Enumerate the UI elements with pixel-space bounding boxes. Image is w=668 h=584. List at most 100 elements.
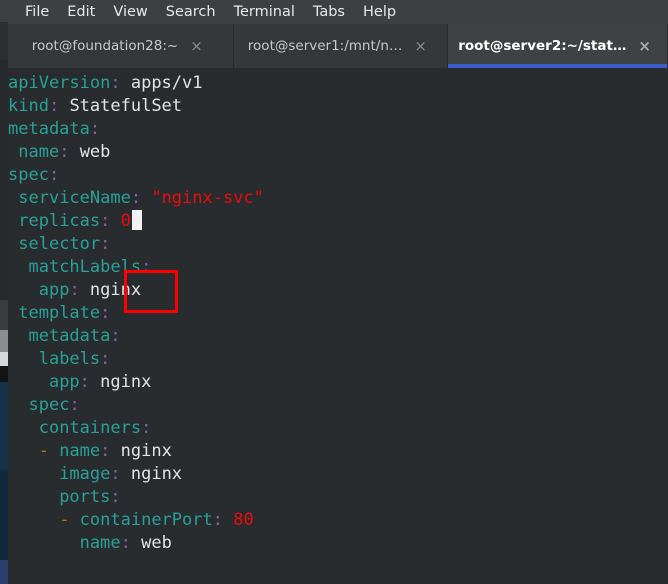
yaml-value: nginx <box>110 441 172 461</box>
close-icon[interactable]: × <box>408 38 433 54</box>
menu-item-view[interactable]: View <box>104 0 156 24</box>
yaml-line: app: nginx <box>8 371 668 394</box>
yaml-key: containers <box>38 418 142 438</box>
yaml-key: ports <box>59 487 111 507</box>
text-cursor <box>131 210 142 230</box>
yaml-colon: : <box>110 73 121 93</box>
yaml-line: app: nginx <box>8 279 668 302</box>
yaml-line: spec: <box>8 164 668 187</box>
yaml-key: selector <box>18 234 101 254</box>
yaml-key: spec <box>28 395 70 415</box>
yaml-colon: : <box>59 142 70 162</box>
yaml-colon: : <box>100 441 111 461</box>
terminal-output-area[interactable]: apiVersion: apps/v1 kind: StatefulSet meta… <box>8 68 668 584</box>
close-icon[interactable]: × <box>184 38 209 54</box>
yaml-key: labels <box>38 349 101 369</box>
yaml-key: apiVersion <box>8 73 111 93</box>
yaml-line: name: web <box>8 532 668 555</box>
yaml-line: template: <box>8 302 668 325</box>
yaml-value: nginx <box>89 372 152 392</box>
tab-root-server2[interactable]: root@server2:~/stat… × <box>448 24 668 68</box>
yaml-key: replicas <box>18 211 101 231</box>
yaml-key: name <box>18 142 60 162</box>
yaml-key: metadata <box>8 119 90 139</box>
yaml-line: apiVersion: apps/v1 <box>8 72 668 95</box>
yaml-line: - containerPort: 80 <box>8 509 668 532</box>
menu-item-search[interactable]: Search <box>157 0 225 24</box>
yaml-colon: : <box>110 464 121 484</box>
yaml-line: ports: <box>8 486 668 509</box>
yaml-value: nginx <box>79 280 142 300</box>
yaml-value: "nginx-svc" <box>141 188 264 208</box>
yaml-colon: : <box>212 510 223 530</box>
menu-item-file[interactable]: File <box>16 0 58 24</box>
yaml-colon: : <box>100 349 111 369</box>
yaml-key: containerPort <box>79 510 213 530</box>
tab-label: root@server2:~/stat… <box>458 38 627 54</box>
yaml-colon: : <box>130 188 142 208</box>
tab-bar: root@foundation28:~ × root@server1:/mnt/… <box>8 24 668 68</box>
yaml-line: metadata: <box>8 325 668 348</box>
yaml-line: - name: nginx <box>8 440 668 463</box>
yaml-colon: : <box>120 533 131 553</box>
menu-item-tabs[interactable]: Tabs <box>304 0 354 24</box>
menu-item-terminal[interactable]: Terminal <box>225 0 304 24</box>
yaml-value: apps/v1 <box>120 73 203 93</box>
yaml-colon: : <box>48 96 60 116</box>
yaml-colon: : <box>69 280 80 300</box>
yaml-key: metadata <box>28 326 111 346</box>
yaml-value: StatefulSet <box>59 96 183 116</box>
yaml-colon: : <box>100 211 111 231</box>
yaml-list-dash: - <box>59 510 80 530</box>
yaml-colon: : <box>89 119 101 139</box>
menu-item-help[interactable]: Help <box>354 0 405 24</box>
yaml-key: serviceName <box>18 188 131 208</box>
yaml-line: serviceName: "nginx-svc" <box>8 187 668 210</box>
yaml-line: containers: <box>8 417 668 440</box>
yaml-key: matchLabels <box>28 257 142 277</box>
close-icon[interactable]: × <box>632 38 657 54</box>
yaml-line: replicas: 0 <box>8 210 668 233</box>
yaml-line: spec: <box>8 394 668 417</box>
desktop-background-strip <box>0 0 8 584</box>
yaml-line: image: nginx <box>8 463 668 486</box>
tab-root-foundation28[interactable]: root@foundation28:~ × <box>8 24 234 68</box>
yaml-value: nginx <box>120 464 183 484</box>
yaml-colon: : <box>69 395 80 415</box>
tab-label: root@server1:/mnt/n… <box>247 38 403 54</box>
yaml-document[interactable]: apiVersion: apps/v1 kind: StatefulSet meta… <box>8 72 668 555</box>
yaml-line: name: web <box>8 141 668 164</box>
yaml-value: 0 <box>110 211 131 231</box>
yaml-line: metadata: <box>8 118 668 141</box>
menu-bar: File Edit View Search Terminal Tabs Help <box>8 0 668 24</box>
tab-label: root@foundation28:~ <box>31 38 179 54</box>
yaml-list-dash: - <box>38 441 60 461</box>
yaml-line: selector: <box>8 233 668 256</box>
yaml-value: web <box>130 533 172 553</box>
yaml-key: app <box>48 372 80 392</box>
yaml-line: kind: StatefulSet <box>8 95 668 118</box>
menu-item-edit[interactable]: Edit <box>58 0 104 24</box>
yaml-value: 80 <box>222 510 254 530</box>
yaml-colon: : <box>48 165 60 185</box>
yaml-key: template <box>18 303 101 323</box>
yaml-value: web <box>69 142 111 162</box>
tab-root-server1[interactable]: root@server1:/mnt/n… × <box>233 24 449 68</box>
terminal-window: File Edit View Search Terminal Tabs Help… <box>8 0 668 584</box>
yaml-colon: : <box>100 234 111 254</box>
